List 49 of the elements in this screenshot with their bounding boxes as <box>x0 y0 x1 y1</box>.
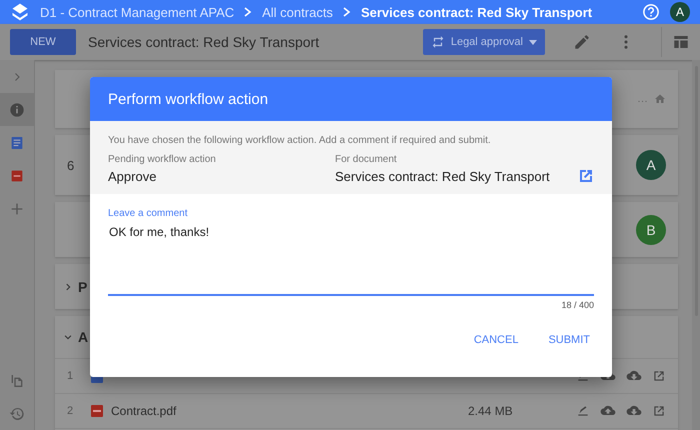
layers-logo-icon[interactable] <box>10 2 30 22</box>
breadcrumb-link[interactable]: All contracts <box>262 4 333 20</box>
repeat-icon <box>430 35 445 49</box>
pdf-icon[interactable] <box>9 168 25 184</box>
dialog-intro: You have chosen the following workflow action. Add a comment if required and submit. <box>108 135 492 146</box>
comment-field[interactable]: Leave a comment OK for me, thanks! <box>108 208 594 296</box>
history-icon[interactable] <box>9 406 25 422</box>
user-avatar: A <box>636 150 666 180</box>
help-icon[interactable] <box>642 3 660 21</box>
cancel-button[interactable]: CANCEL <box>466 328 526 352</box>
action-value: Approve <box>108 169 158 184</box>
row-number: 1 <box>67 370 74 382</box>
file-size: 2.44 MB <box>468 404 514 418</box>
dialog-title: Perform workflow action <box>108 90 268 108</box>
home-icon[interactable] <box>654 93 666 105</box>
open-external-icon[interactable] <box>578 168 594 184</box>
copy-icon[interactable] <box>9 372 25 388</box>
new-button[interactable]: NEW <box>10 29 76 55</box>
workflow-button[interactable]: Legal approval <box>422 29 545 55</box>
sidebar-tab[interactable] <box>0 93 34 126</box>
caret-icon <box>529 40 537 44</box>
section-title: A <box>78 329 88 345</box>
document-icon[interactable] <box>9 134 25 150</box>
chevron-icon <box>342 7 351 17</box>
file-name[interactable]: Contract.pdf <box>111 404 176 418</box>
field-label: Leave a comment <box>108 208 188 219</box>
comment-text: OK for me, thanks! <box>108 225 210 239</box>
open-external-icon[interactable] <box>652 404 666 418</box>
user-avatar[interactable]: A <box>670 2 690 22</box>
open-external-icon[interactable] <box>652 369 666 383</box>
chevron-icon <box>244 7 252 17</box>
layout-icon[interactable] <box>672 33 690 51</box>
section-title: P <box>78 278 88 294</box>
pdf-icon <box>91 405 103 417</box>
info-icon[interactable] <box>9 102 25 118</box>
character-counter: 18 / 400 <box>561 300 594 310</box>
submit-button[interactable]: SUBMIT <box>540 328 598 352</box>
breadcrumb-link[interactable]: D1 - Contract Management APAC <box>40 4 234 20</box>
edit-icon[interactable] <box>573 33 591 51</box>
overflow-text: … <box>637 93 648 105</box>
document-value: Services contract: Red Sky Transport <box>335 169 551 184</box>
field-label: For document <box>335 154 398 165</box>
breadcrumb-link[interactable]: Services contract: Red Sky Transport <box>360 4 592 20</box>
row-number: 2 <box>67 405 74 417</box>
field-label: Pending workflow action <box>108 154 217 165</box>
document-title: Services contract: Red Sky Transport <box>88 34 320 50</box>
user-avatar: B <box>636 214 666 244</box>
card-value: 6 <box>67 158 74 172</box>
add-icon[interactable] <box>9 200 25 216</box>
